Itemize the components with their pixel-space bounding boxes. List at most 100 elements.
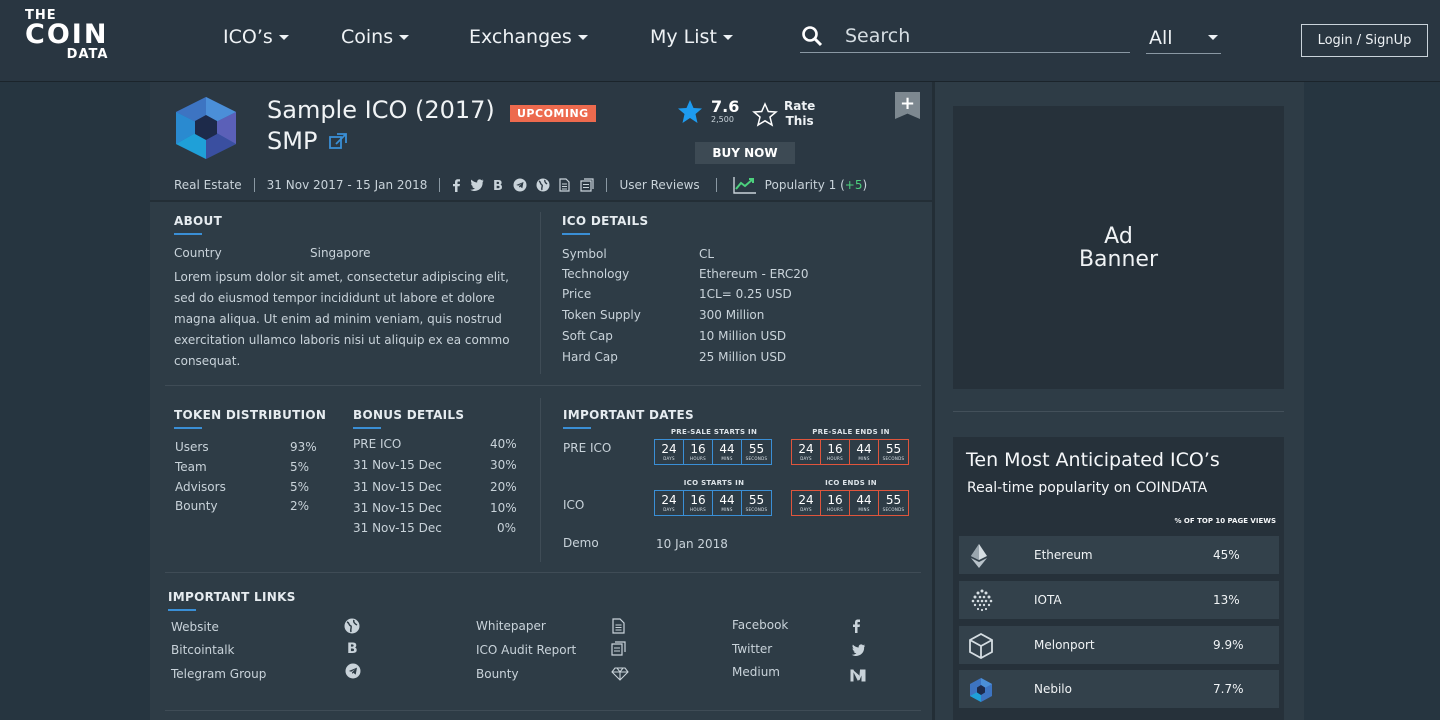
token-distribution-title: TOKEN DISTRIBUTION bbox=[174, 408, 326, 429]
timer-cell: 24 DAYS bbox=[655, 491, 684, 515]
timer-cell: 55 SECONDS bbox=[742, 491, 771, 515]
timer-unit: DAYS bbox=[663, 507, 675, 512]
timer-number: 16 bbox=[827, 442, 843, 456]
timer-label: PRE-SALE ENDS IN bbox=[812, 428, 890, 436]
document-icon[interactable] bbox=[559, 178, 571, 192]
telegram-icon[interactable] bbox=[513, 178, 527, 192]
link-facebook[interactable]: Facebook bbox=[732, 618, 788, 632]
external-link-icon[interactable] bbox=[329, 133, 348, 149]
coin-percent: 7.7% bbox=[1213, 682, 1244, 696]
facebook-icon[interactable] bbox=[852, 619, 861, 633]
rate-this-label-1: Rate bbox=[784, 99, 816, 113]
buy-now-button[interactable]: BUY NOW bbox=[695, 142, 795, 164]
link-website[interactable]: Website bbox=[171, 620, 219, 634]
timer-number: 55 bbox=[885, 442, 902, 456]
about-description: Lorem ipsum dolor sit amet, consectetur … bbox=[174, 270, 510, 368]
nav-icos[interactable]: ICO’s bbox=[223, 26, 289, 48]
document-icon[interactable] bbox=[612, 618, 625, 634]
ico-date-range: 31 Nov 2017 - 15 Jan 2018 bbox=[266, 178, 428, 192]
search-icon[interactable] bbox=[801, 25, 823, 47]
timer-unit: SECONDS bbox=[882, 456, 905, 461]
countdown-timer: 24 DAYS 16 HOURS 44 MINS 55 SECONDS bbox=[791, 490, 909, 516]
detail-label: Hard Cap bbox=[562, 350, 618, 364]
nav-exchanges[interactable]: Exchanges bbox=[469, 26, 588, 48]
audit-report-icon[interactable] bbox=[579, 178, 595, 192]
bonus-label: 31 Nov-15 Dec bbox=[353, 501, 442, 515]
divider bbox=[715, 178, 717, 192]
detail-label: Soft Cap bbox=[562, 329, 613, 343]
search-input[interactable] bbox=[845, 25, 1125, 47]
nav-icos-label: ICO’s bbox=[223, 26, 273, 48]
timer-number: 16 bbox=[690, 493, 706, 507]
link-medium[interactable]: Medium bbox=[732, 665, 780, 679]
timer-cell: 55 SECONDS bbox=[879, 491, 908, 515]
facebook-icon[interactable] bbox=[452, 178, 461, 192]
timer-unit: MINS bbox=[721, 507, 733, 512]
audit-report-icon[interactable] bbox=[610, 641, 626, 656]
login-signup-button[interactable]: Login / SignUp bbox=[1301, 24, 1428, 57]
popularity-change: +5 bbox=[844, 178, 863, 192]
timer-cell: 16 HOURS bbox=[684, 440, 713, 464]
list-item[interactable]: Nebilo 7.7% bbox=[959, 670, 1279, 708]
link-whitepaper[interactable]: Whitepaper bbox=[476, 619, 546, 633]
list-item[interactable]: Ethereum 45% bbox=[959, 536, 1279, 574]
link-bounty[interactable]: Bounty bbox=[476, 667, 519, 681]
status-badge: UPCOMING bbox=[510, 105, 596, 122]
globe-icon[interactable] bbox=[536, 178, 550, 192]
top10-column-header: % OF TOP 10 PAGE VIEWS bbox=[1174, 517, 1276, 525]
bonus-label: 31 Nov-15 Dec bbox=[353, 458, 442, 472]
site-logo[interactable]: THE COIN DATA bbox=[25, 8, 108, 63]
ad-banner[interactable]: Ad Banner bbox=[953, 106, 1284, 389]
timer-unit: SECONDS bbox=[745, 456, 768, 461]
rate-this-button[interactable]: Rate This bbox=[752, 99, 815, 129]
timer-unit: SECONDS bbox=[882, 507, 905, 512]
rate-this-label-2: This bbox=[785, 114, 814, 128]
telegram-icon[interactable] bbox=[345, 663, 361, 679]
detail-label: Token Supply bbox=[562, 308, 641, 322]
bitcoin-icon[interactable]: B bbox=[493, 178, 504, 192]
detail-label: Symbol bbox=[562, 247, 607, 261]
list-item[interactable]: Melonport 9.9% bbox=[959, 626, 1279, 664]
svg-text:B: B bbox=[347, 641, 358, 655]
bonus-value: 30% bbox=[490, 458, 517, 472]
timer-number: 44 bbox=[856, 493, 872, 507]
ico-symbol: SMP bbox=[267, 127, 318, 155]
column-divider bbox=[540, 398, 541, 562]
timer-unit: HOURS bbox=[827, 456, 843, 461]
search-filter-select[interactable]: All bbox=[1146, 22, 1221, 54]
timer-label: PRE-SALE STARTS IN bbox=[670, 428, 758, 436]
link-ico-audit-report[interactable]: ICO Audit Report bbox=[476, 643, 576, 657]
timer-number: 24 bbox=[661, 493, 677, 507]
ethereum-icon bbox=[971, 544, 987, 568]
twitter-icon[interactable] bbox=[470, 179, 484, 191]
twitter-icon[interactable] bbox=[851, 644, 866, 656]
coin-percent: 9.9% bbox=[1213, 638, 1244, 652]
bitcoin-icon[interactable]: B bbox=[347, 640, 359, 655]
timer-cell: 44 MINS bbox=[713, 440, 742, 464]
nebilo-icon bbox=[970, 678, 992, 702]
distribution-value: 5% bbox=[290, 480, 310, 494]
countdown-timer: 24 DAYS 16 HOURS 44 MINS 55 SECONDS bbox=[654, 439, 772, 465]
timer-unit: DAYS bbox=[663, 456, 675, 461]
link-twitter[interactable]: Twitter bbox=[732, 642, 772, 656]
nav-coins[interactable]: Coins bbox=[341, 26, 410, 48]
link-bitcointalk[interactable]: Bitcointalk bbox=[171, 643, 235, 657]
user-reviews-link[interactable]: User Reviews bbox=[619, 178, 699, 192]
country-label: Country bbox=[174, 246, 222, 260]
divider bbox=[606, 178, 608, 192]
search-filter-value: All bbox=[1149, 26, 1173, 49]
rating-value: 7.6 bbox=[711, 97, 740, 116]
timer-unit: MINS bbox=[858, 456, 870, 461]
diamond-icon[interactable] bbox=[611, 667, 629, 681]
demo-label: Demo bbox=[563, 536, 599, 550]
timer-number: 24 bbox=[798, 493, 814, 507]
nav-my-list[interactable]: My List bbox=[650, 26, 733, 48]
link-telegram-group[interactable]: Telegram Group bbox=[171, 667, 266, 681]
list-item[interactable]: IOTA 13% bbox=[959, 581, 1279, 619]
country-value: Singapore bbox=[310, 246, 371, 260]
timer-number: 44 bbox=[856, 442, 872, 456]
medium-icon[interactable] bbox=[850, 668, 868, 682]
globe-icon[interactable] bbox=[344, 618, 360, 634]
distribution-value: 2% bbox=[290, 499, 310, 513]
distribution-label: Users bbox=[175, 440, 209, 454]
